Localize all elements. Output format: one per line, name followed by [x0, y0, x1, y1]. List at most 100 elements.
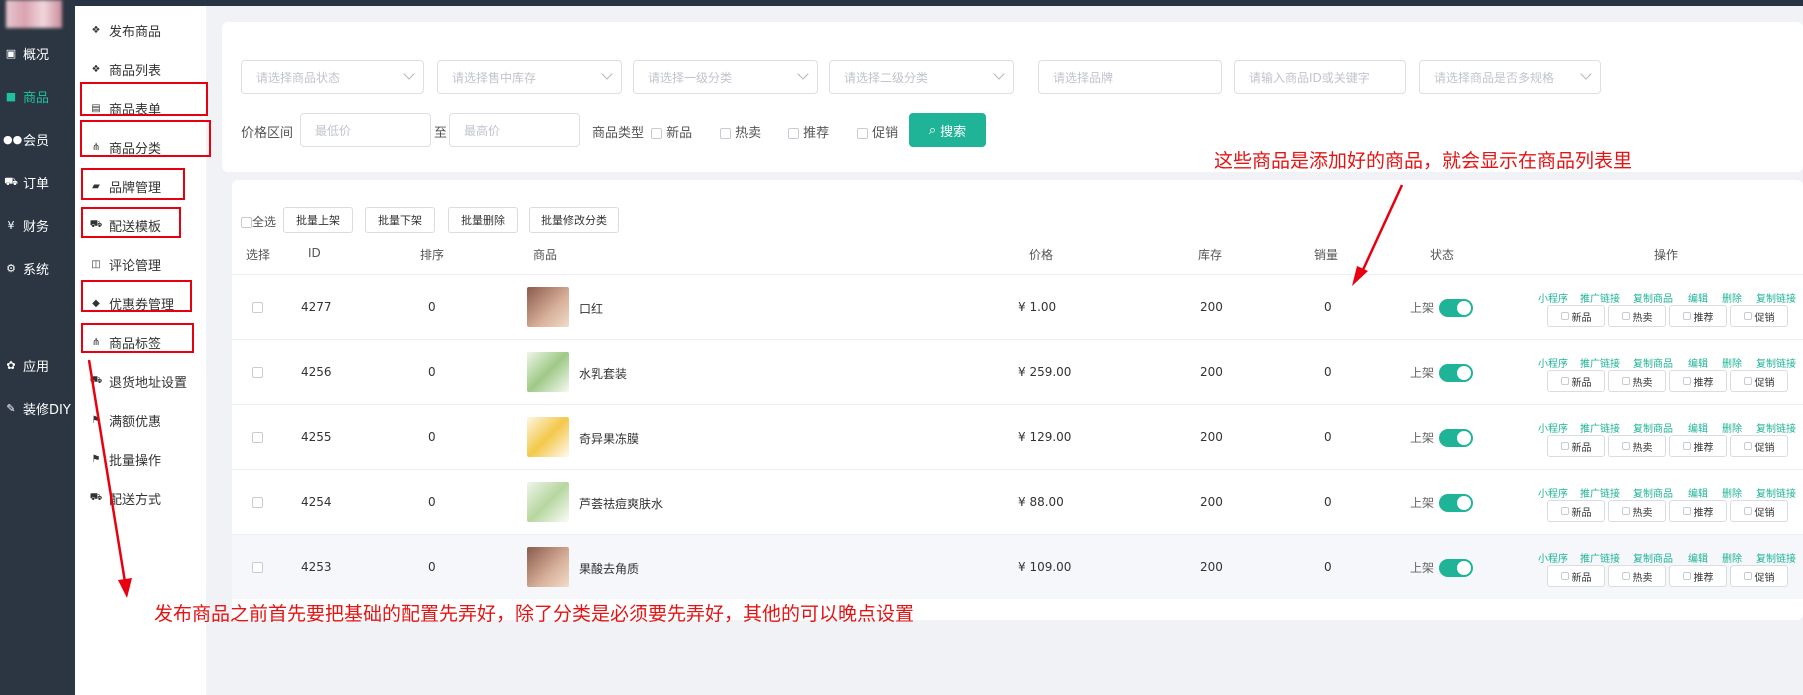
checkbox[interactable] — [1560, 377, 1569, 385]
op-link[interactable]: 删除 — [1722, 290, 1742, 305]
op-link[interactable]: 推广链接 — [1580, 355, 1620, 370]
status-select[interactable]: 请选择商品状态 — [241, 60, 424, 94]
sidebar-item-order[interactable]: ⛟ 订单 — [0, 163, 75, 201]
checkbox[interactable] — [1560, 312, 1569, 320]
type-recommend-checkbox[interactable]: 推荐 — [788, 122, 829, 141]
op-link[interactable]: 复制链接 — [1756, 420, 1796, 435]
subnav-item-full-discount[interactable]: ⚑ 满额优惠 — [89, 408, 162, 432]
op-link[interactable]: 复制商品 — [1633, 420, 1673, 435]
subnav-item-return-address[interactable]: ⛟ 退货地址设置 — [89, 369, 187, 393]
subnav-item-goods-form[interactable]: ▤ 商品表单 — [89, 96, 161, 120]
subnav-item-publish[interactable]: ❖ 发布商品 — [89, 18, 162, 42]
op-link[interactable]: 删除 — [1722, 355, 1742, 370]
row-tag-button[interactable]: 促销 — [1730, 565, 1788, 587]
op-link[interactable]: 复制商品 — [1633, 355, 1673, 370]
op-link[interactable]: 推广链接 — [1580, 290, 1620, 305]
checkbox[interactable] — [1560, 507, 1569, 515]
type-new-checkbox[interactable]: 新品 — [651, 122, 692, 141]
type-hot-checkbox[interactable]: 热卖 — [720, 122, 761, 141]
checkbox[interactable] — [1560, 572, 1569, 580]
checkbox[interactable] — [1621, 507, 1630, 515]
op-link[interactable]: 小程序 — [1538, 420, 1568, 435]
checkbox[interactable] — [857, 128, 868, 139]
status-toggle[interactable] — [1439, 494, 1473, 512]
checkbox[interactable] — [1743, 507, 1752, 515]
checkbox[interactable] — [1621, 312, 1630, 320]
op-link[interactable]: 复制商品 — [1633, 485, 1673, 500]
row-checkbox[interactable] — [252, 497, 263, 508]
op-link[interactable]: 小程序 — [1538, 550, 1568, 565]
checkbox[interactable] — [1682, 572, 1691, 580]
subnav-item-comments[interactable]: ◫ 评论管理 — [89, 252, 161, 276]
row-tag-button[interactable]: 促销 — [1730, 370, 1788, 392]
checkbox[interactable] — [1743, 377, 1752, 385]
category-level1-select[interactable]: 请选择一级分类 — [633, 60, 818, 94]
subnav-item-goods-list[interactable]: ❖ 商品列表 — [89, 57, 162, 81]
subnav-item-brand[interactable]: ▰ 品牌管理 — [89, 174, 161, 198]
checkbox[interactable] — [1743, 442, 1752, 450]
op-link[interactable]: 复制商品 — [1633, 290, 1673, 305]
sidebar-item-member[interactable]: ●● 会员 — [0, 120, 75, 158]
max-price-input[interactable]: 最高价 — [449, 113, 580, 147]
row-tag-button[interactable]: 热卖 — [1608, 370, 1666, 392]
row-tag-button[interactable]: 热卖 — [1608, 565, 1666, 587]
subnav-item-category[interactable]: ⋔ 商品分类 — [89, 135, 161, 159]
checkbox[interactable] — [720, 128, 731, 139]
row-tag-button[interactable]: 促销 — [1730, 500, 1788, 522]
sidebar-item-overview[interactable]: ▣ 概况 — [0, 34, 75, 72]
row-tag-button[interactable]: 促销 — [1730, 305, 1788, 327]
min-price-input[interactable]: 最低价 — [300, 113, 431, 147]
checkbox[interactable] — [1743, 312, 1752, 320]
keyword-input[interactable]: 请输入商品ID或关键字 — [1234, 60, 1406, 94]
subnav-item-goods-tags[interactable]: ⋔ 商品标签 — [89, 330, 161, 354]
subnav-item-delivery-method[interactable]: ⛟ 配送方式 — [89, 486, 161, 510]
row-tag-button[interactable]: 新品 — [1547, 500, 1605, 522]
status-toggle[interactable] — [1439, 364, 1473, 382]
select-all-checkbox[interactable]: 全选 — [241, 213, 276, 230]
subnav-item-coupons[interactable]: ◆ 优惠券管理 — [89, 291, 174, 315]
row-tag-button[interactable]: 推荐 — [1669, 565, 1727, 587]
row-tag-button[interactable]: 推荐 — [1669, 370, 1727, 392]
checkbox[interactable] — [788, 128, 799, 139]
checkbox[interactable] — [1621, 572, 1630, 580]
row-tag-button[interactable]: 热卖 — [1608, 305, 1666, 327]
checkbox[interactable] — [1682, 312, 1691, 320]
op-link[interactable]: 推广链接 — [1580, 550, 1620, 565]
sidebar-item-diy[interactable]: ✎ 装修DIY — [0, 389, 75, 427]
sidebar-item-system[interactable]: ⚙ 系统 — [0, 249, 75, 287]
batch-edit-category-button[interactable]: 批量修改分类 — [529, 207, 619, 233]
search-button[interactable]: ⌕ 搜索 — [909, 113, 986, 147]
op-link[interactable]: 删除 — [1722, 420, 1742, 435]
subnav-item-delivery-template[interactable]: ⛟ 配送模板 — [89, 213, 161, 237]
checkbox[interactable] — [651, 128, 662, 139]
checkbox[interactable] — [1621, 442, 1630, 450]
op-link[interactable]: 小程序 — [1538, 355, 1568, 370]
op-link[interactable]: 推广链接 — [1580, 485, 1620, 500]
sidebar-item-goods[interactable]: ■ 商品 — [0, 77, 75, 115]
row-tag-button[interactable]: 新品 — [1547, 305, 1605, 327]
checkbox[interactable] — [241, 217, 252, 228]
sidebar-item-finance[interactable]: ¥ 财务 — [0, 206, 75, 244]
row-tag-button[interactable]: 推荐 — [1669, 305, 1727, 327]
op-link[interactable]: 复制链接 — [1756, 550, 1796, 565]
type-promo-checkbox[interactable]: 促销 — [857, 122, 898, 141]
status-toggle[interactable] — [1439, 559, 1473, 577]
category-level2-select[interactable]: 请选择二级分类 — [829, 60, 1014, 94]
checkbox[interactable] — [1682, 507, 1691, 515]
row-tag-button[interactable]: 推荐 — [1669, 435, 1727, 457]
spec-select[interactable]: 请选择商品是否多规格 — [1419, 60, 1601, 94]
row-tag-button[interactable]: 新品 — [1547, 435, 1605, 457]
row-checkbox[interactable] — [252, 302, 263, 313]
row-checkbox[interactable] — [252, 432, 263, 443]
row-tag-button[interactable]: 热卖 — [1608, 435, 1666, 457]
op-link[interactable]: 编辑 — [1688, 290, 1708, 305]
op-link[interactable]: 小程序 — [1538, 290, 1568, 305]
row-tag-button[interactable]: 新品 — [1547, 565, 1605, 587]
batch-on-shelf-button[interactable]: 批量上架 — [283, 207, 353, 233]
checkbox[interactable] — [1682, 377, 1691, 385]
op-link[interactable]: 编辑 — [1688, 355, 1708, 370]
checkbox[interactable] — [1621, 377, 1630, 385]
op-link[interactable]: 编辑 — [1688, 550, 1708, 565]
batch-delete-button[interactable]: 批量删除 — [448, 207, 518, 233]
sidebar-item-app[interactable]: ✿ 应用 — [0, 346, 75, 384]
